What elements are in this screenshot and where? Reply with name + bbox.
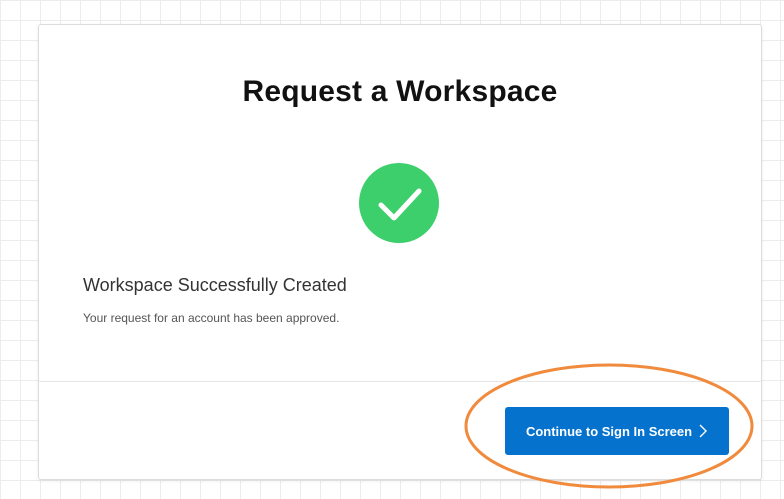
success-message: Your request for an account has been app… [83,311,340,325]
success-heading: Workspace Successfully Created [83,275,347,295]
page-title: Request a Workspace [242,75,558,108]
continue-to-sign-in-button[interactable]: Continue to Sign In Screen [505,407,729,455]
check-circle-icon [359,163,439,243]
continue-button-label: Continue to Sign In Screen [525,423,693,439]
footer-divider [39,381,761,382]
request-workspace-card: Request a Workspace Workspace Successful… [38,24,762,480]
chevron-right-icon [698,424,708,438]
